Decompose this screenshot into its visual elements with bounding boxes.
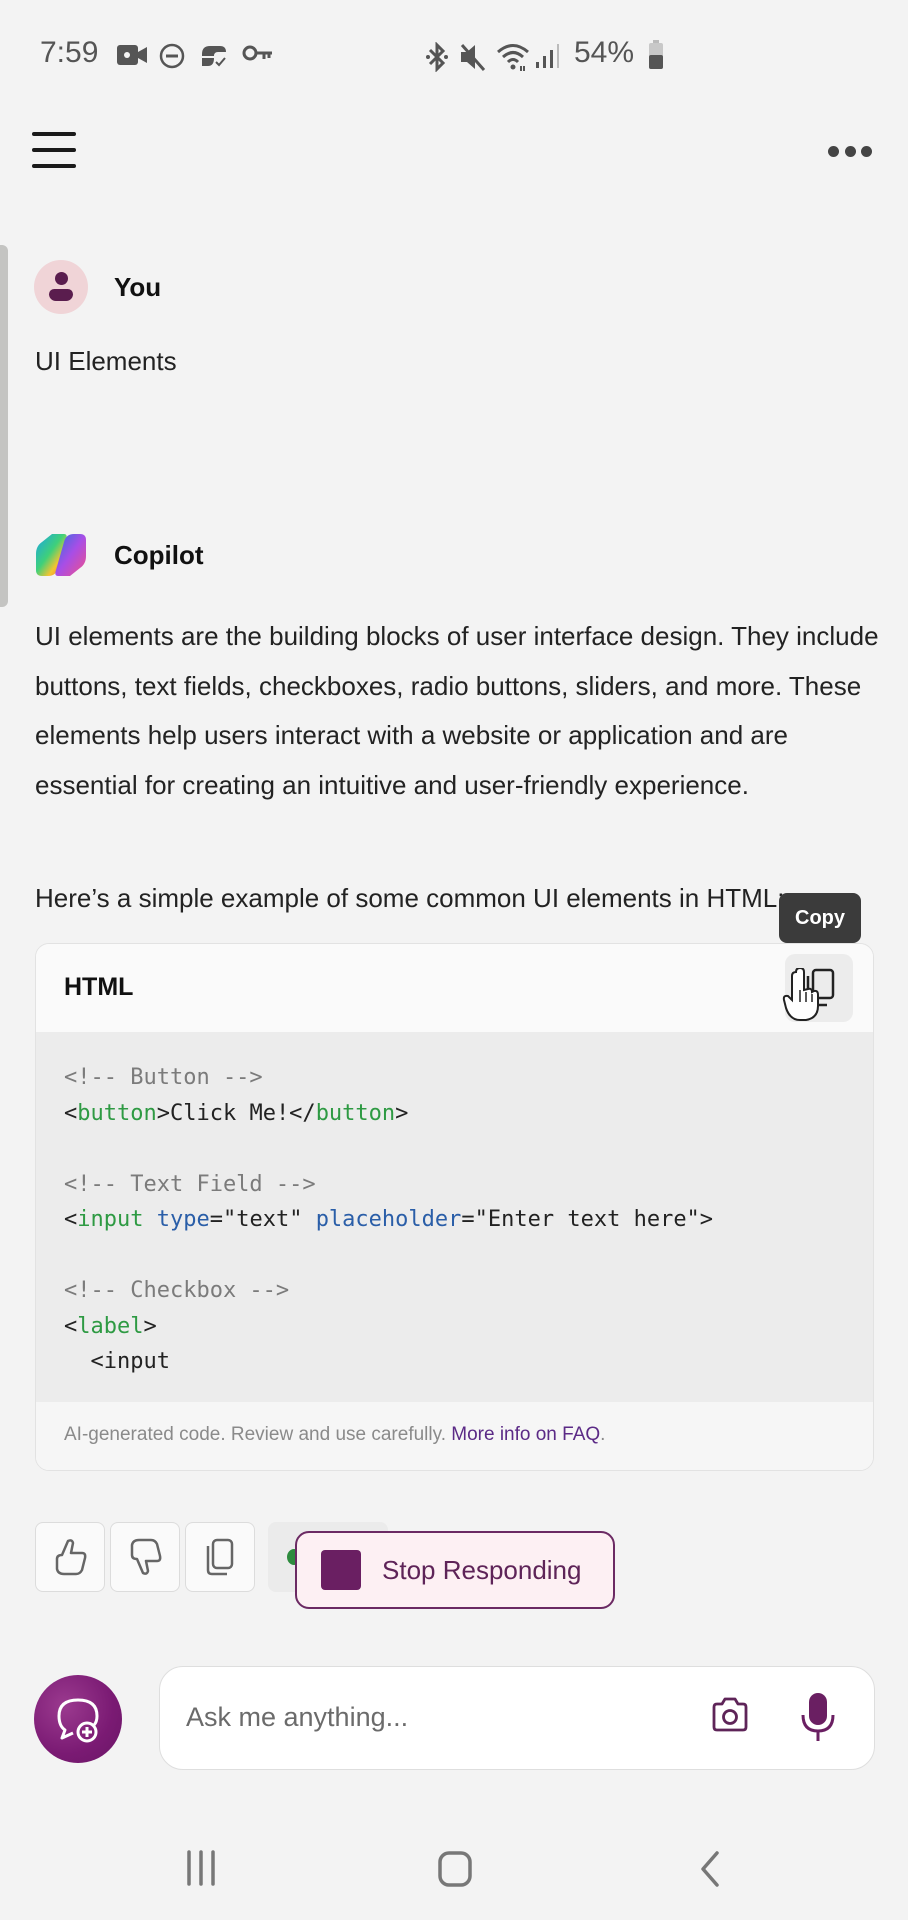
code-token-attr: type (156, 1207, 210, 1232)
new-chat-icon (57, 1698, 99, 1743)
disclaimer-text: AI-generated code. Review and use carefu… (64, 1424, 452, 1445)
system-nav-bar (0, 1850, 908, 1890)
code-token-plain: < (64, 1207, 78, 1232)
ask-input[interactable] (186, 1667, 686, 1767)
battery-percent: 54% (574, 36, 635, 69)
code-line: <!-- Text Field --> (64, 1167, 873, 1203)
code-token-plain: < (64, 1100, 78, 1126)
new-topic-button[interactable] (34, 1675, 122, 1763)
code-token-plain: > (143, 1313, 157, 1339)
code-token-tag: button (77, 1100, 157, 1126)
code-token-tag: input (77, 1207, 144, 1232)
copy-response-button[interactable] (185, 1522, 255, 1592)
disclaimer-suffix: . (600, 1424, 606, 1445)
battery-icon (648, 40, 664, 75)
do-not-disturb-icon (158, 42, 186, 75)
answer-intro-paragraph: Here’s a simple example of some common U… (35, 883, 785, 913)
stop-icon (321, 1550, 361, 1590)
app-header (0, 120, 908, 180)
thumbs-down-icon (130, 1538, 162, 1575)
stop-responding-button[interactable]: Stop Responding (295, 1531, 615, 1609)
user-avatar (34, 260, 88, 314)
pointer-hand-cursor-icon (782, 966, 822, 1029)
code-line: <input type="text" placeholder="Enter te… (64, 1202, 873, 1238)
thumbs-up-button[interactable] (35, 1522, 105, 1592)
wifi-icon (496, 42, 530, 77)
microphone-icon[interactable] (800, 1691, 836, 1748)
status-time: 7:59 (40, 36, 99, 69)
code-token-tag: label (77, 1313, 144, 1339)
bluetooth-icon (424, 41, 450, 77)
code-line: <!-- Checkbox --> (64, 1273, 873, 1309)
muted-icon (458, 42, 486, 77)
code-line: <!-- Button --> (64, 1060, 873, 1096)
status-bar: 7:59 54% (0, 36, 908, 76)
camera-icon[interactable] (710, 1697, 750, 1738)
vpn-link-icon (198, 42, 228, 75)
faq-link[interactable]: More info on FAQ (451, 1424, 600, 1445)
code-block: HTML <!-- Button --> <button>Click Me!</b… (35, 943, 874, 1471)
thumbs-up-icon (55, 1539, 87, 1576)
copy-icon (206, 1538, 234, 1576)
recent-apps-icon[interactable] (184, 1850, 218, 1891)
answer-paragraph: UI elements are the building blocks of u… (35, 621, 879, 800)
code-line: <label> (64, 1309, 873, 1345)
code-block-header: HTML (36, 944, 873, 1032)
composer (159, 1666, 875, 1770)
copilot-name: Copilot (114, 539, 204, 570)
code-line: <input (64, 1344, 873, 1380)
thumbs-down-button[interactable] (110, 1522, 180, 1592)
user-name: You (114, 271, 162, 302)
copy-tooltip: Copy (779, 893, 861, 943)
code-token-plain: < (64, 1313, 78, 1339)
code-disclaimer: AI-generated code. Review and use carefu… (36, 1402, 873, 1470)
code-token-attr: placeholder (315, 1207, 462, 1232)
signal-icon (534, 42, 560, 75)
code-token-comment: <!-- Text Field --> (64, 1171, 316, 1197)
code-content: <!-- Button --> <button>Click Me!</button… (36, 1032, 873, 1402)
copilot-logo-icon (34, 528, 88, 582)
back-icon[interactable] (698, 1850, 722, 1893)
code-line: <button>Click Me!</button> (64, 1096, 873, 1132)
code-token-comment: <!-- Button --> (64, 1065, 263, 1090)
code-token-plain: <input (64, 1349, 170, 1374)
video-recording-icon (116, 42, 148, 73)
home-icon[interactable] (437, 1850, 473, 1893)
scrollbar[interactable] (0, 245, 8, 607)
stop-responding-label: Stop Responding (382, 1554, 582, 1585)
user-message: UI Elements (35, 346, 177, 376)
code-token-plain: > (395, 1100, 409, 1126)
code-token-plain: ="text" (209, 1207, 316, 1232)
copilot-message-header: Copilot (34, 528, 204, 582)
code-token-plain: ="Enter text here"> (461, 1207, 714, 1232)
code-token-plain: >Click Me!</ (156, 1100, 316, 1126)
key-icon (242, 42, 274, 69)
code-language: HTML (64, 973, 134, 1001)
user-message-header: You (34, 260, 161, 314)
code-token-tag: button (315, 1100, 396, 1126)
more-options-icon[interactable] (828, 146, 872, 158)
hamburger-menu-icon[interactable] (32, 132, 76, 168)
code-token-comment: <!-- Checkbox --> (64, 1278, 290, 1303)
